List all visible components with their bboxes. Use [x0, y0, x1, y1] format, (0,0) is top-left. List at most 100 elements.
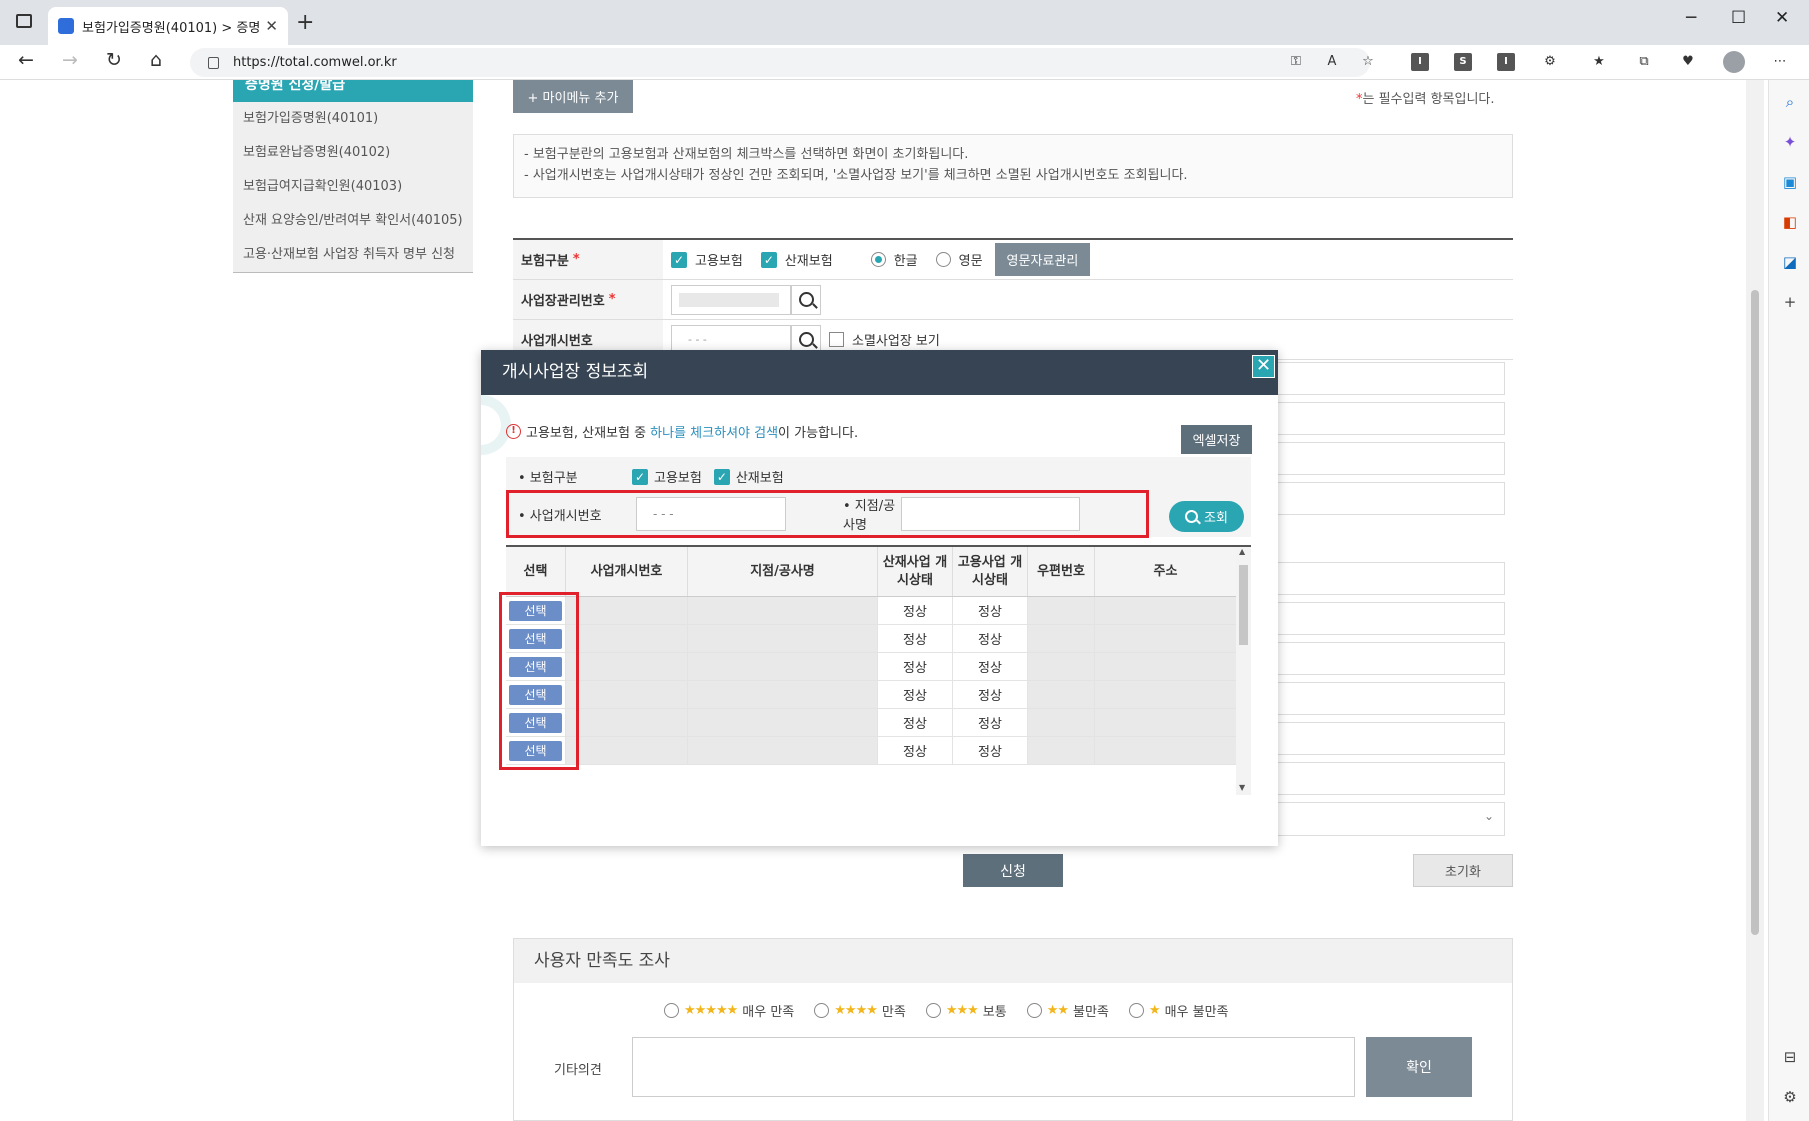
workplace-mgmt-input[interactable] — [671, 284, 791, 315]
branch-cell — [688, 737, 878, 764]
checkbox-label: 고용보험 — [654, 471, 702, 486]
maximize-icon[interactable]: ☐ — [1731, 8, 1746, 28]
lookup-button[interactable]: 조회 — [1169, 501, 1244, 532]
leftnav-item-40103[interactable]: 보험급여지급확인원(40103) — [233, 170, 473, 204]
status-cell: 정상 — [878, 653, 953, 680]
modal-close-icon[interactable]: ✕ — [1252, 355, 1275, 378]
office-icon[interactable]: ◧ — [1781, 213, 1799, 231]
employment-insurance-checkbox[interactable]: ✓ — [671, 251, 687, 268]
scroll-down-icon[interactable]: ▼ — [1239, 783, 1245, 792]
industrial-insurance-checkbox[interactable]: ✓ — [760, 251, 777, 268]
grid-scrollbar[interactable]: ▲ ▼ — [1236, 547, 1251, 795]
checkbox-label: 고용보험 — [695, 254, 743, 269]
home-icon[interactable]: ⌂ — [150, 49, 162, 71]
english-data-mgmt-button[interactable]: 영문자료관리 — [994, 243, 1091, 276]
excel-save-button[interactable]: 엑셀저장 — [1181, 425, 1252, 454]
browser-toolbar: ← → ↻ ⌂ https://total.comwel.or.kr ⚿ A ☆… — [0, 45, 1809, 80]
search-icon — [798, 292, 814, 307]
url-text: https://total.comwel.or.kr — [233, 55, 397, 70]
address-cell — [1095, 681, 1236, 708]
other-opinion-textarea[interactable] — [632, 1037, 1355, 1097]
left-navigation: 증명원 신청/발급 보험가입증명원(40101) 보험료완납증명원(40102)… — [233, 80, 473, 273]
leftnav-item-roster[interactable]: 고용·산재보험 사업장 취득자 명부 신청 — [233, 238, 473, 272]
browser-essentials-icon[interactable]: ♥ — [1679, 53, 1697, 71]
back-icon[interactable]: ← — [18, 49, 34, 71]
survey-option-label: 매우 만족 — [742, 1005, 795, 1020]
postal-cell — [1028, 737, 1095, 764]
show-closed-checkbox[interactable] — [829, 332, 844, 347]
read-aloud-icon[interactable]: A — [1323, 53, 1341, 71]
extension-i2-icon[interactable]: I — [1497, 53, 1515, 71]
modal-employment-checkbox[interactable]: ✓ — [632, 468, 648, 485]
add-icon[interactable]: + — [1781, 293, 1799, 311]
english-radio[interactable] — [935, 252, 951, 267]
edge-sidebar: ⌕ ✦ ▣ ◧ ◪ + ⊟ ⚙ — [1768, 80, 1809, 1121]
workplace-search-button[interactable] — [791, 284, 821, 315]
background-field — [1253, 602, 1505, 635]
minimize-icon[interactable]: ─ — [1686, 8, 1696, 28]
search-icon[interactable]: ⌕ — [1781, 93, 1799, 111]
survey-option-label: 불만족 — [1073, 1005, 1109, 1020]
survey-radio-unsatisfied[interactable] — [1026, 1003, 1042, 1018]
highlight-select-column — [499, 592, 579, 770]
extensions-puzzle-icon[interactable]: ⚙ — [1541, 53, 1559, 71]
survey-radio-normal[interactable] — [925, 1003, 941, 1018]
page-scrollbar[interactable] — [1746, 80, 1764, 1121]
modal-branch-input[interactable] — [901, 497, 1080, 531]
window-close-icon[interactable]: ✕ — [1775, 8, 1789, 28]
radio-label: 영문 — [958, 254, 983, 269]
reset-button[interactable]: 초기화 — [1413, 854, 1513, 887]
browser-tab[interactable]: 보험가입증명원(40101) > 증명원 ✕ — [48, 7, 288, 45]
other-opinion-label: 기타의견 — [554, 1063, 602, 1078]
collections-icon[interactable]: ⧉ — [1635, 53, 1653, 71]
leftnav-item-40102[interactable]: 보험료완납증명원(40102) — [233, 136, 473, 170]
profile-avatar-icon[interactable] — [1723, 51, 1745, 73]
survey-radio-very-satisfied[interactable] — [664, 1003, 679, 1018]
address-bar[interactable]: https://total.comwel.or.kr — [190, 48, 1370, 77]
tab-actions-icon[interactable] — [16, 14, 32, 28]
tab-close-icon[interactable]: ✕ — [265, 17, 278, 35]
refresh-icon[interactable]: ↻ — [106, 49, 122, 71]
extension-s-icon[interactable]: S — [1454, 53, 1472, 71]
survey-radio-very-unsatisfied[interactable] — [1128, 1003, 1144, 1018]
modal-business-no-input[interactable]: - - - — [636, 497, 786, 531]
notice-line: - 사업개시번호는 사업개시상태가 정상인 건만 조회되며, '소멸사업장 보기… — [524, 168, 1188, 183]
submit-button[interactable]: 신청 — [963, 854, 1063, 887]
copilot-icon[interactable]: ✦ — [1781, 133, 1799, 151]
add-mymenu-button[interactable]: + 마이메뉴 추가 — [513, 80, 633, 113]
settings-gear-icon[interactable]: ⚙ — [1781, 1088, 1799, 1106]
more-menu-icon[interactable]: ⋯ — [1771, 53, 1789, 71]
background-field — [1253, 442, 1505, 475]
modal-industrial-checkbox[interactable]: ✓ — [713, 468, 730, 485]
outlook-icon[interactable]: ◪ — [1781, 253, 1799, 271]
forward-icon[interactable]: → — [62, 49, 78, 71]
table-row: 선택 정상 정상 — [506, 625, 1251, 653]
warning-icon: ! — [506, 424, 521, 439]
page-scroll-thumb[interactable] — [1751, 290, 1759, 935]
col-header: 선택 — [506, 547, 566, 596]
leftnav-item-40105[interactable]: 산재 요양승인/반려여부 확인서(40105) — [233, 204, 473, 238]
branch-cell — [688, 625, 878, 652]
sidebar-collapse-icon[interactable]: ⊟ — [1781, 1048, 1799, 1066]
status-cell: 정상 — [953, 737, 1028, 764]
business-no-cell — [566, 597, 688, 624]
scroll-up-icon[interactable]: ▲ — [1239, 547, 1245, 556]
col-header: 지점/공사명 — [688, 547, 878, 596]
shopping-icon[interactable]: ▣ — [1781, 173, 1799, 191]
status-cell: 정상 — [878, 625, 953, 652]
key-icon[interactable]: ⚿ — [1287, 53, 1305, 71]
business-no-cell — [566, 709, 688, 736]
grid-scroll-thumb[interactable] — [1239, 565, 1248, 645]
page-content: 증명원 신청/발급 보험가입증명원(40101) 보험료완납증명원(40102)… — [0, 80, 1746, 1121]
survey-confirm-button[interactable]: 확인 — [1366, 1037, 1472, 1097]
korean-radio[interactable] — [870, 252, 886, 267]
leftnav-item-40101[interactable]: 보험가입증명원(40101) — [233, 102, 473, 136]
favorite-add-icon[interactable]: ☆ — [1359, 53, 1377, 71]
survey-radio-satisfied[interactable] — [814, 1003, 830, 1018]
col-header: 고용사업 개시상태 — [953, 547, 1028, 596]
extension-i-icon[interactable]: I — [1411, 53, 1429, 71]
leftnav-header: 증명원 신청/발급 — [233, 80, 473, 102]
favorites-icon[interactable]: ★ — [1590, 53, 1608, 71]
new-tab-icon[interactable]: + — [296, 10, 314, 35]
form-label: 보험구분 * — [513, 240, 663, 279]
